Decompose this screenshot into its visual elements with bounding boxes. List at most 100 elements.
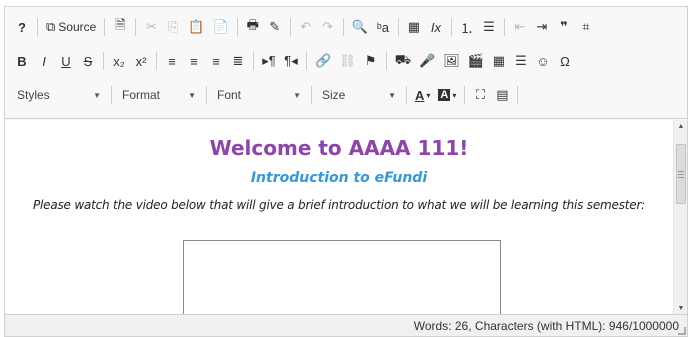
toolbar-separator bbox=[397, 18, 399, 36]
font-dropdown[interactable]: Font ▼ bbox=[211, 83, 307, 107]
toolbar-separator bbox=[156, 52, 157, 70]
redo-button[interactable]: ↷ bbox=[318, 15, 338, 39]
smiley-icon: ☺ bbox=[536, 53, 550, 69]
help-icon: ? bbox=[18, 19, 26, 35]
toolbar-separator bbox=[517, 86, 519, 104]
toolbar-separator bbox=[464, 86, 466, 104]
find-button[interactable]: 🔍 bbox=[349, 15, 371, 39]
subscript-icon: x₂ bbox=[113, 53, 125, 69]
numbered-list-icon: ⒈ bbox=[460, 20, 474, 36]
ltr-button[interactable]: ▸¶ bbox=[259, 49, 279, 73]
grip-icon bbox=[678, 174, 684, 175]
horizontal-rule-button[interactable]: ☰ bbox=[511, 49, 531, 73]
styles-dropdown-label: Styles bbox=[17, 88, 50, 102]
select-all-icon: ▦ bbox=[407, 19, 421, 34]
superscript-icon: x² bbox=[135, 53, 147, 69]
editor-content-area[interactable]: Welcome to AAAA 111! Introduction to eFu… bbox=[5, 120, 687, 316]
content-scrollbar[interactable]: ▲ ▼ bbox=[673, 120, 687, 316]
align-center-button[interactable]: ≡ bbox=[184, 49, 204, 73]
strike-button[interactable]: S bbox=[78, 49, 98, 73]
toolbar-separator bbox=[111, 86, 112, 104]
audio-icon: 🎤 bbox=[419, 53, 436, 68]
text-color-button[interactable]: A ▾ bbox=[412, 83, 433, 107]
help-button[interactable]: ? bbox=[12, 15, 32, 39]
toolbar-separator bbox=[503, 18, 505, 36]
rtl-button[interactable]: ¶◂ bbox=[281, 49, 301, 73]
content-item-button[interactable]: ⛟ bbox=[392, 49, 414, 73]
size-dropdown[interactable]: Size ▼ bbox=[316, 83, 402, 107]
outdent-button[interactable]: ⇤ bbox=[510, 15, 530, 39]
outdent-icon: ⇤ bbox=[514, 19, 526, 34]
align-justify-button[interactable]: ≣ bbox=[228, 49, 248, 73]
embedded-video-frame[interactable] bbox=[183, 240, 501, 316]
cut-button[interactable]: ✂ bbox=[141, 15, 161, 39]
templates-button[interactable]: 🗎 bbox=[110, 15, 130, 39]
resize-handle-icon[interactable] bbox=[678, 327, 686, 335]
toolbar-separator bbox=[135, 18, 137, 36]
numbered-list-button[interactable]: ⒈ bbox=[457, 15, 477, 39]
spellcheck-button[interactable]: ✎ bbox=[265, 15, 285, 39]
copy-button[interactable]: ⎘ bbox=[163, 15, 183, 39]
toolbar-separator bbox=[406, 86, 407, 104]
toolbar-separator bbox=[104, 18, 106, 36]
div-container-icon: ⌗ bbox=[582, 19, 590, 34]
bold-button[interactable]: B bbox=[12, 49, 32, 73]
source-icon: ⧉ bbox=[46, 19, 56, 34]
media-icon: 🎬 bbox=[467, 53, 484, 68]
blockquote-button[interactable]: ❞ bbox=[554, 15, 574, 39]
paste-button[interactable]: 📋 bbox=[185, 15, 207, 39]
image-button[interactable]: 🖼 bbox=[440, 49, 463, 73]
italic-button[interactable]: I bbox=[34, 49, 54, 73]
print-button[interactable]: 🖶 bbox=[243, 15, 263, 39]
toolbar-separator bbox=[236, 18, 238, 36]
horizontal-rule-icon: ☰ bbox=[515, 53, 527, 68]
blockquote-icon: ❞ bbox=[560, 19, 568, 34]
superscript-button[interactable]: x² bbox=[131, 49, 151, 73]
format-dropdown[interactable]: Format ▼ bbox=[116, 83, 202, 107]
div-container-button[interactable]: ⌗ bbox=[576, 15, 596, 39]
toolbar-separator bbox=[450, 18, 452, 36]
subscript-button[interactable]: x₂ bbox=[109, 49, 129, 73]
bulleted-list-button[interactable]: ☰ bbox=[479, 15, 499, 39]
remove-format-button[interactable]: Ix bbox=[426, 15, 446, 39]
link-button[interactable]: 🔗 bbox=[312, 49, 334, 73]
maximize-button[interactable]: ⛶ bbox=[470, 83, 490, 107]
text-color-icon: A bbox=[415, 87, 425, 103]
styles-dropdown[interactable]: Styles ▼ bbox=[11, 83, 107, 107]
rtl-icon: ¶◂ bbox=[284, 53, 298, 68]
table-button[interactable]: ▦ bbox=[489, 49, 509, 73]
anchor-button[interactable]: ⚑ bbox=[361, 49, 381, 73]
replace-button[interactable]: ᵇa bbox=[373, 15, 393, 39]
undo-button[interactable]: ↶ bbox=[296, 15, 316, 39]
show-blocks-icon: ▤ bbox=[496, 87, 509, 102]
chevron-down-icon: ▼ bbox=[293, 90, 301, 100]
underline-button[interactable]: U bbox=[56, 49, 76, 73]
unlink-button[interactable]: ⛓ bbox=[336, 49, 359, 73]
align-left-button[interactable]: ≡ bbox=[162, 49, 182, 73]
italic-icon: I bbox=[42, 53, 46, 69]
special-char-button[interactable]: Ω bbox=[555, 49, 575, 73]
font-dropdown-label: Font bbox=[217, 88, 242, 102]
media-button[interactable]: 🎬 bbox=[465, 49, 487, 73]
strike-icon: S bbox=[83, 53, 93, 69]
show-blocks-button[interactable]: ▤ bbox=[492, 83, 512, 107]
audio-button[interactable]: 🎤 bbox=[416, 49, 438, 73]
source-button[interactable]: ⧉ Source bbox=[43, 15, 99, 39]
smiley-button[interactable]: ☺ bbox=[533, 49, 553, 73]
indent-button[interactable]: ⇥ bbox=[532, 15, 552, 39]
select-all-button[interactable]: ▦ bbox=[404, 15, 424, 39]
scroll-thumb[interactable] bbox=[676, 144, 686, 204]
grip-icon bbox=[678, 177, 684, 178]
align-right-button[interactable]: ≡ bbox=[206, 49, 226, 73]
word-count: Words: 26, Characters (with HTML): 946/1… bbox=[413, 318, 679, 333]
editor-toolbar: ? ⧉ Source 🗎 ✂ ⎘ 📋 📄 🖶 ✎ ↶ ↷ 🔍 ᵇa ▦ Ix ⒈ ☰ ⇤ ⇥ ❞ ⌗ B I U Sx₂ x² ≡ ≡… bbox=[5, 7, 687, 119]
paste-text-button[interactable]: 📄 bbox=[210, 15, 232, 39]
cut-icon: ✂ bbox=[145, 19, 157, 34]
scroll-up-icon[interactable]: ▲ bbox=[674, 120, 687, 134]
content-item-icon: ⛟ bbox=[394, 52, 412, 67]
document-body[interactable]: Welcome to AAAA 111! Introduction to eFu… bbox=[5, 120, 673, 316]
chevron-down-icon: ▼ bbox=[388, 90, 396, 100]
background-color-button[interactable]: A ▾ bbox=[435, 83, 459, 107]
align-right-icon: ≡ bbox=[212, 53, 220, 69]
toolbar-separator bbox=[206, 86, 207, 104]
